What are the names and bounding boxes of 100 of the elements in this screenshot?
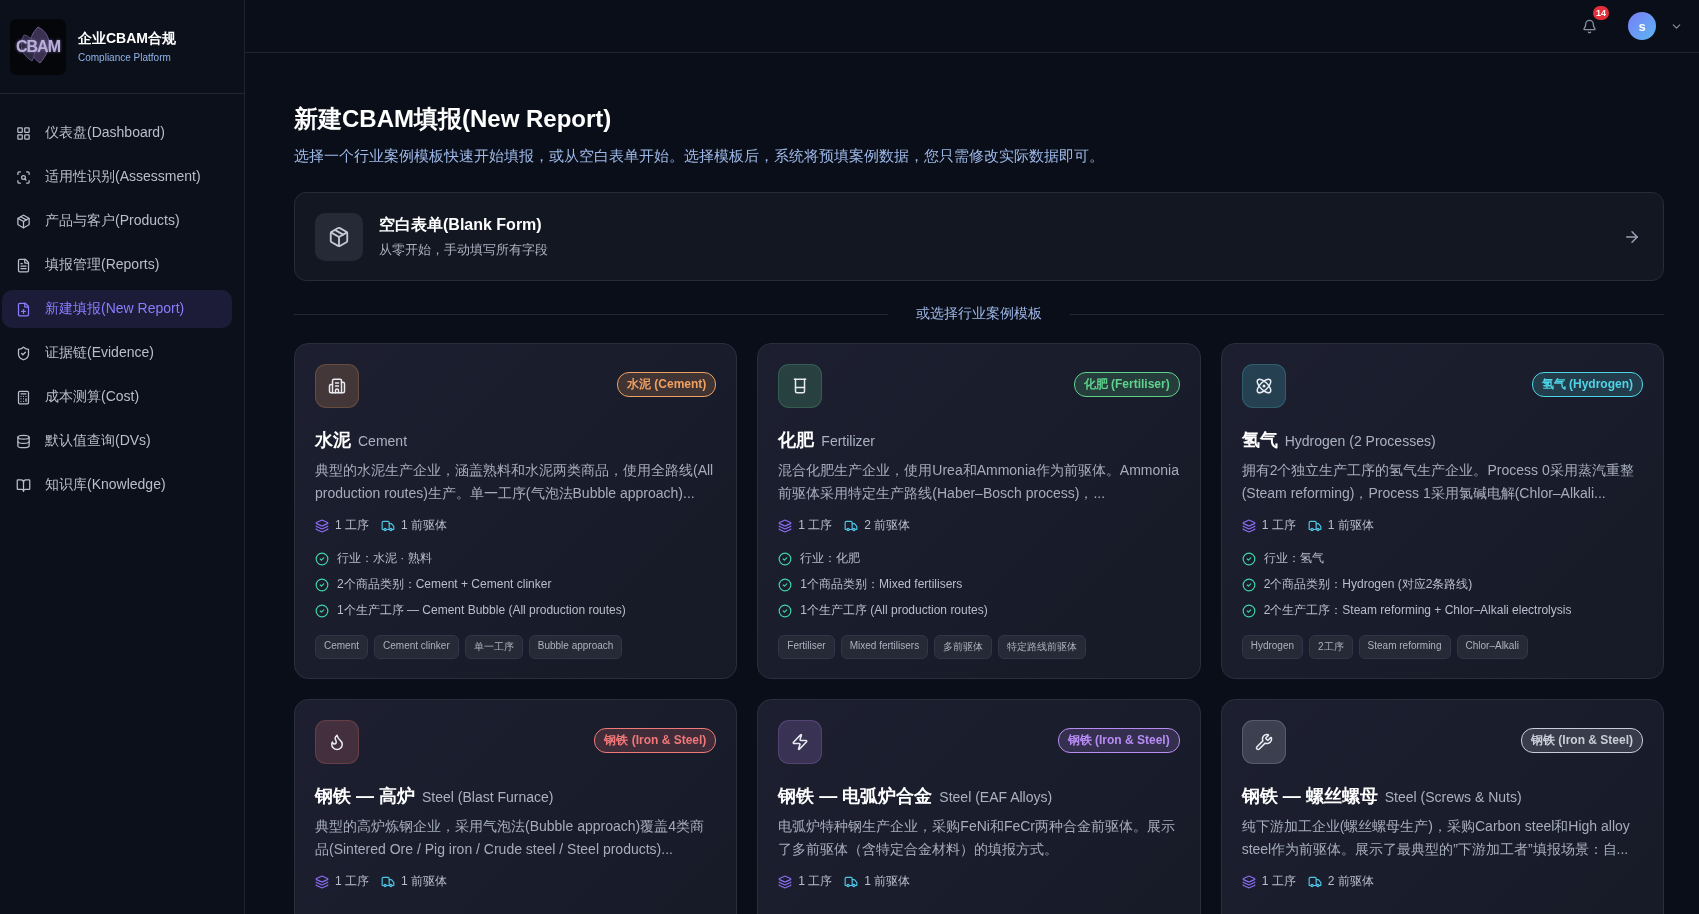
check-circle-icon <box>1241 603 1256 618</box>
check-circle-icon <box>315 577 329 592</box>
precursor-count: 1 前驱体 <box>401 517 448 534</box>
page-subtitle: 选择一个行业案例模板快速开始填报，或从空白表单开始。选择模板后，系统将预填案例数据，您只需修改实际数据即可。 <box>294 147 1105 166</box>
atom-icon <box>1254 377 1273 395</box>
template-card[interactable] <box>757 343 1201 679</box>
notification-count: 14 <box>1593 6 1609 20</box>
card-subtitle: Steel (Screws & Nuts) <box>1384 789 1522 805</box>
database-icon <box>16 433 31 449</box>
layers-icon <box>778 518 793 533</box>
calculator-icon <box>16 389 31 405</box>
feature-text: 2个商品类别：Hydrogen (对应2条路线) <box>1263 576 1473 593</box>
page-title: 新建CBAM填报(New Report) <box>294 104 613 134</box>
precursor-count: 2 前驱体 <box>864 517 911 534</box>
layers-icon <box>315 518 329 533</box>
industry-badge: 化肥 (Fertiliser) <box>1073 372 1180 397</box>
cube-icon <box>16 213 31 229</box>
truck-icon <box>381 518 395 533</box>
tag: Chlor–Alkali <box>1456 635 1528 659</box>
card-subtitle: Fertilizer <box>821 433 875 449</box>
feature-text: 行业：水泥 · 熟料 <box>337 550 432 567</box>
truck-icon <box>1307 874 1322 889</box>
tag: Mixed fertilisers <box>840 635 929 659</box>
blank-form-card[interactable]: 空白表单(Blank Form) 从零开始，手动填写所有字段 <box>294 192 1664 281</box>
truck-icon <box>844 874 859 889</box>
card-title: 化肥 <box>778 429 815 452</box>
nav-item[interactable]: 填报管理(Reports) <box>2 246 232 284</box>
logo-text: CBAM <box>16 37 60 56</box>
industry-badge: 钢铁 (Iron & Steel) <box>594 728 717 753</box>
industry-badge: 水泥 (Cement) <box>617 372 717 397</box>
layers-icon <box>315 874 329 889</box>
process-count: 1 工序 <box>335 873 369 890</box>
process-count: 1 工序 <box>335 517 369 534</box>
scan-icon <box>16 169 31 185</box>
nav-item[interactable]: 知识库(Knowledge) <box>2 466 232 504</box>
template-card[interactable] <box>294 343 738 679</box>
cube-icon <box>328 225 350 248</box>
precursor-count: 2 前驱体 <box>1327 873 1374 890</box>
card-subtitle: Hydrogen (2 Processes) <box>1284 433 1436 449</box>
feature-text: 行业：氢气 <box>1263 550 1324 567</box>
document-icon <box>16 257 31 273</box>
industry-badge: 钢铁 (Iron & Steel) <box>1057 728 1180 753</box>
check-circle-icon <box>778 551 793 566</box>
precursor-count: 1 前驱体 <box>401 873 448 890</box>
feature-text: 1个生产工序 (All production routes) <box>800 602 988 619</box>
layers-icon <box>778 874 793 889</box>
card-subtitle: Steel (Blast Furnace) <box>422 789 554 805</box>
precursor-count: 1 前驱体 <box>1327 517 1374 534</box>
truck-icon <box>1307 518 1322 533</box>
nav-item[interactable]: 产品与客户(Products) <box>2 202 232 240</box>
tag: 多前驱体 <box>934 635 993 659</box>
feature-text: 行业：化肥 <box>800 550 861 567</box>
feature-text: 2个生产工序：Steam reforming + Chlor–Alkali electrolysis <box>1263 602 1572 619</box>
template-card[interactable]: 钢铁 (Iron & Steel) 钢铁 — 螺丝螺母 Steel (Screws & Nuts) 纯下游加工企业(螺丝螺母生产)，采购Carbon steel和High alloy steel作为前驱体。展示了最典型的”下游加工者”填报场景：自... 1 工序 2 前驱体 <box>1220 699 1664 914</box>
check-circle-icon <box>778 577 793 592</box>
document-plus-icon <box>16 301 31 317</box>
industry-badge: 钢铁 (Iron & Steel) <box>1521 728 1643 753</box>
tag: 单一工序 <box>464 635 523 659</box>
tag: Cement clinker <box>374 635 459 659</box>
check-circle-icon <box>1241 577 1256 592</box>
nav-item[interactable]: 仪表盘(Dashboard) <box>2 114 232 152</box>
tag: 2工序 <box>1309 635 1353 659</box>
card-subtitle: Cement <box>358 433 408 449</box>
feature-text: 2个商品类别：Cement + Cement clinker <box>337 576 552 593</box>
lightning-icon <box>791 733 810 751</box>
tag: Fertiliser <box>778 635 835 659</box>
nav-item[interactable]: 默认值查询(DVs) <box>2 422 232 460</box>
card-description: 纯下游加工企业(螺丝螺母生产)，采购Carbon steel和High alloy steel作为前驱体。展示了最典型的”下游加工者”填报场景：自... <box>1241 817 1631 859</box>
card-description: 拥有2个独立生产工序的氢气生产企业。Process 0采用蒸汽重整(Steam reforming)，Process 1采用氯碱电解(Chlor–Alkali... <box>1241 461 1635 503</box>
card-title: 钢铁 — 电弧炉合金 <box>778 785 933 808</box>
template-card[interactable]: 钢铁 (Iron & Steel) 钢铁 — 高炉 Steel (Blast Furnace) 典型的高炉炼钢企业，采用气泡法(Bubble approach)覆盖4类商品(Sintered Ore / Pig iron / Crude steel / Steel products)... 1 工序 1 前驱体 <box>294 699 738 914</box>
check-circle-icon <box>315 551 329 566</box>
flame-icon <box>328 733 346 751</box>
check-circle-icon <box>315 603 329 618</box>
tag: Bubble approach <box>528 635 623 659</box>
layers-icon <box>1241 874 1256 889</box>
template-card[interactable] <box>1220 343 1664 679</box>
industry-badge: 氢气 (Hydrogen) <box>1531 372 1643 397</box>
grid-icon <box>16 125 31 141</box>
building-icon <box>328 377 346 395</box>
card-description: 典型的高炉炼钢企业，采用气泡法(Bubble approach)覆盖4类商品(Sintered Ore / Pig iron / Crude steel / Steel products)... <box>315 817 705 859</box>
check-circle-icon <box>778 603 793 618</box>
truck-icon <box>844 518 859 533</box>
nav-item[interactable]: 适用性识别(Assessment) <box>2 158 232 196</box>
process-count: 1 工序 <box>1261 873 1296 890</box>
tag: 特定路线前驱体 <box>998 635 1087 659</box>
nav-item[interactable]: 证据链(Evidence) <box>2 334 232 372</box>
card-title: 钢铁 — 高炉 <box>315 785 415 808</box>
bell-icon <box>1581 18 1597 34</box>
blank-form-title: 空白表单(Blank Form) <box>379 214 543 235</box>
blank-form-description: 从零开始，手动填写所有字段 <box>379 240 549 259</box>
nav-item[interactable]: 新建填报(New Report) <box>2 290 232 328</box>
brand-subtitle: Compliance Platform <box>78 52 172 63</box>
check-circle-icon <box>1241 551 1256 566</box>
card-title: 氢气 <box>1241 429 1278 452</box>
tag: Steam reforming <box>1358 635 1451 659</box>
nav-item[interactable]: 成本测算(Cost) <box>2 378 232 416</box>
truck-icon <box>381 874 395 889</box>
process-count: 1 工序 <box>1261 517 1296 534</box>
template-card[interactable]: 钢铁 (Iron & Steel) 钢铁 — 电弧炉合金 Steel (EAF Alloys) 电弧炉特种钢生产企业，采购FeNi和FeCr两种合金前驱体。展示了多前驱体（含特定合金材料）的填报方式。 1 工序 1 前驱体 <box>757 699 1201 914</box>
